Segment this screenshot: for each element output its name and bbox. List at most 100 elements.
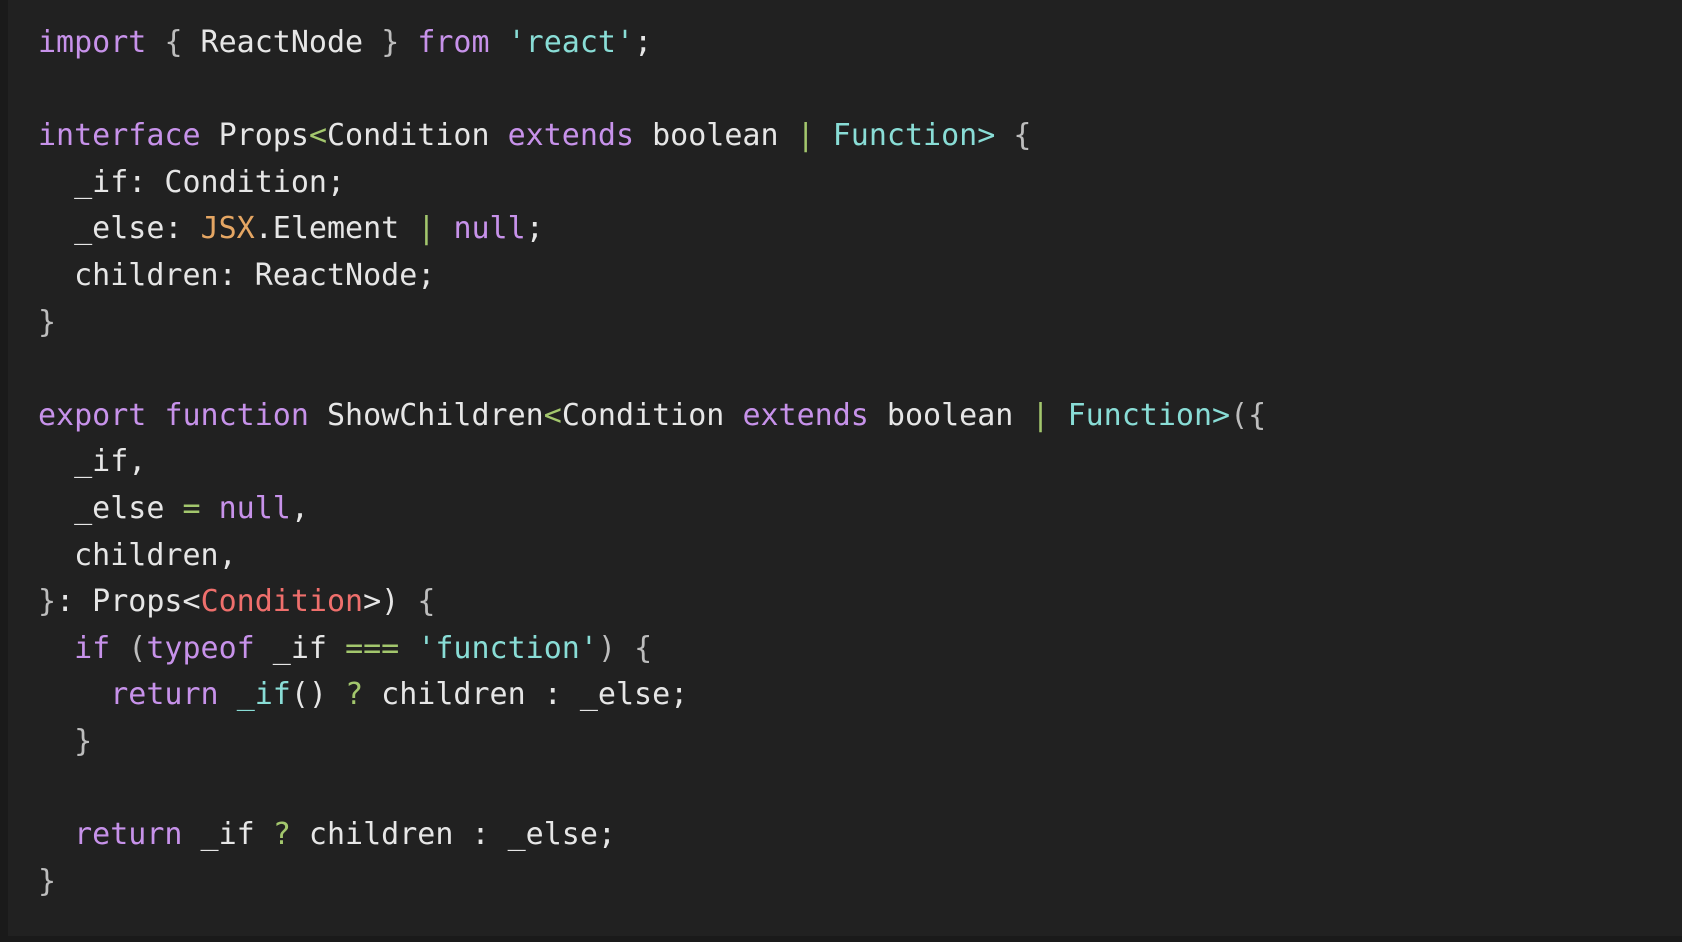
code-token-plain: >) xyxy=(363,584,418,620)
code-line: children, xyxy=(38,533,1682,580)
code-token-plain: _if, xyxy=(38,444,147,480)
code-token-operator: < xyxy=(543,397,562,433)
code-token-plain: children: ReactNode; xyxy=(38,257,436,293)
code-token-keyword: interface xyxy=(38,118,201,154)
code-token-plain: ShowChildren xyxy=(308,397,544,433)
code-token-punctuation: ) xyxy=(597,630,635,666)
code-line: export function ShowChildren<Condition e… xyxy=(38,393,1682,440)
code-token-punctuation: } xyxy=(38,723,93,759)
code-token-plain: boolean xyxy=(634,118,797,154)
code-token-plain: _if xyxy=(254,630,346,666)
code-token-function: Function> xyxy=(832,118,996,154)
code-token-plain: boolean xyxy=(868,397,1032,433)
code-token-plain: Condition xyxy=(327,118,508,154)
code-token-type_red: Condition xyxy=(200,584,364,620)
code-token-keyword: return xyxy=(110,677,219,713)
code-line: }: Props<Condition>) { xyxy=(38,579,1682,626)
code-token-keyword: export xyxy=(38,397,147,433)
code-token-plain: .Element xyxy=(254,211,418,247)
code-token-punctuation: } xyxy=(38,863,57,899)
code-token-plain: () xyxy=(290,677,346,713)
code-token-operator: | xyxy=(417,211,436,247)
code-token-punctuation: } xyxy=(38,304,57,340)
code-line: } xyxy=(38,859,1682,906)
code-token-constant: null xyxy=(218,490,291,526)
code-line: children: ReactNode; xyxy=(38,253,1682,300)
code-line: _else = null, xyxy=(38,486,1682,533)
code-token-plain: ; xyxy=(634,25,653,60)
code-token-plain: : Props< xyxy=(56,584,201,620)
code-line: _if: Condition; xyxy=(38,160,1682,207)
code-token-punctuation: { xyxy=(417,584,436,620)
code-token-keyword: return xyxy=(74,817,183,853)
code-token-plain: ReactNode xyxy=(182,25,382,60)
code-token-punctuation: { xyxy=(1013,118,1032,154)
code-token-operator: | xyxy=(1031,397,1050,433)
code-token-keyword: from xyxy=(417,25,490,60)
code-token-operator: = xyxy=(182,490,201,526)
code-token-function: _if xyxy=(236,677,291,713)
code-token-punctuation: { xyxy=(634,630,653,666)
code-token-type_orange: JSX xyxy=(200,211,255,247)
code-token-plain: Props xyxy=(200,118,309,154)
code-line: return _if() ? children : _else; xyxy=(38,672,1682,719)
code-token-plain: ; xyxy=(525,211,544,247)
code-listing[interactable]: import { ReactNode } from 'react'; inter… xyxy=(38,20,1682,905)
code-line: if (typeof _if === 'function') { xyxy=(38,626,1682,673)
code-token-plain: Condition xyxy=(561,397,743,433)
code-token-operator: ? xyxy=(272,817,291,853)
code-token-keyword: extends xyxy=(507,118,635,154)
code-token-constant: null xyxy=(453,211,526,247)
code-line: } xyxy=(38,719,1682,766)
code-token-punctuation: ( xyxy=(110,630,147,666)
code-token-punctuation: } xyxy=(381,25,400,60)
code-editor-surface[interactable]: import { ReactNode } from 'react'; inter… xyxy=(0,0,1682,942)
code-token-plain: , xyxy=(290,490,309,526)
code-token-string: 'react' xyxy=(507,25,635,60)
code-token-plain: _else: xyxy=(38,211,201,247)
code-token-plain: _if: Condition; xyxy=(38,164,346,200)
code-line: _if, xyxy=(38,439,1682,486)
code-token-keyword: import xyxy=(38,25,147,60)
code-token-keyword: extends xyxy=(742,397,869,433)
code-token-keyword: function xyxy=(164,397,309,433)
code-line: return _if ? children : _else; xyxy=(38,812,1682,859)
code-token-plain: _else xyxy=(38,490,183,526)
code-token-punctuation: ({ xyxy=(1230,397,1267,433)
code-token-operator: ? xyxy=(345,677,364,713)
code-token-punctuation: } xyxy=(38,584,57,620)
code-token-string: 'function' xyxy=(417,630,598,666)
code-line: _else: JSX.Element | null; xyxy=(38,206,1682,253)
code-token-operator: < xyxy=(308,118,327,154)
code-token-plain: _if xyxy=(182,817,273,853)
code-token-punctuation: { xyxy=(164,25,183,60)
code-line: } xyxy=(38,300,1682,347)
code-token-plain: children, xyxy=(38,537,237,573)
code-token-operator: | xyxy=(796,118,815,154)
code-line: import { ReactNode } from 'react'; xyxy=(38,20,1682,67)
code-line: interface Props<Condition extends boolea… xyxy=(38,113,1682,160)
code-token-keyword: if xyxy=(74,630,111,666)
code-token-function: Function> xyxy=(1067,397,1231,433)
code-token-plain: children : _else; xyxy=(363,677,689,713)
code-token-operator: === xyxy=(345,630,400,666)
code-token-plain: children : _else; xyxy=(290,817,616,853)
code-token-keyword: typeof xyxy=(146,630,255,666)
